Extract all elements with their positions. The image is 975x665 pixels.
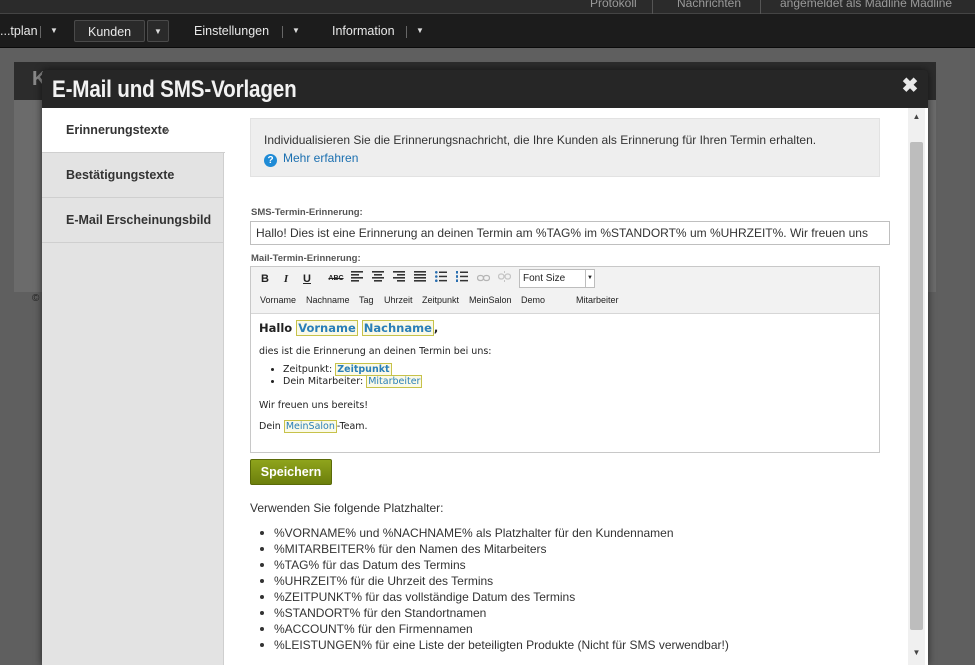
insert-placeholder-meinsalon[interactable]: MeinSalon: [469, 295, 512, 305]
main-nav: ...tplan ▼ Kunden ▼ Einstellungen ▼ Info…: [0, 14, 975, 48]
font-size-value: Font Size: [523, 273, 566, 284]
list-item: %UHRZEIT% für die Uhrzeit des Termins: [258, 573, 729, 589]
list-item: %MITARBEITER% für den Namen des Mitarbei…: [258, 541, 729, 557]
bold-button[interactable]: B: [256, 271, 274, 287]
nav-dropdown-icon[interactable]: ▼: [147, 20, 169, 42]
info-text: Individualisieren Sie die Erinnerungsnac…: [264, 133, 817, 147]
info-box: Individualisieren Sie die Erinnerungsnac…: [250, 118, 880, 177]
list-item: Dein Mitarbeiter: Mitarbeiter: [283, 375, 423, 388]
numbered-list-icon[interactable]: [453, 271, 471, 287]
mail-template-editor: B I U ABC Font Size ▼ Vorname Nachname T…: [250, 266, 880, 453]
save-button[interactable]: Speichern: [250, 459, 332, 485]
editor-toolbar: B I U ABC Font Size ▼ Vorname Nachname T…: [251, 267, 879, 314]
top-link-nachrichten[interactable]: Nachrichten: [677, 0, 741, 10]
modal-content: Individualisieren Sie die Erinnerungsnac…: [250, 108, 890, 665]
modal-title: E-Mail und SMS-Vorlagen: [52, 76, 297, 103]
list-item: %ZEITPUNKT% für das vollständige Datum d…: [258, 589, 729, 605]
nav-item-tplan[interactable]: ...tplan: [0, 14, 38, 48]
insert-placeholder-zeitpunkt[interactable]: Zeitpunkt: [422, 295, 459, 305]
insert-placeholder-demo[interactable]: Demo: [521, 295, 545, 305]
nav-separator: [40, 26, 41, 38]
scroll-down-icon[interactable]: ▼: [908, 648, 925, 657]
placeholder-help-list: %VORNAME% und %NACHNAME% als Platzhalter…: [258, 525, 729, 653]
signature-post: -Team.: [336, 421, 368, 432]
chevron-right-icon: »: [163, 123, 170, 137]
more-info-label: Mehr erfahren: [283, 151, 359, 165]
chevron-down-icon: ▼: [585, 270, 594, 287]
list-item: %TAG% für das Datum des Termins: [258, 557, 729, 573]
list-item: %STANDORT% für den Standortnamen: [258, 605, 729, 621]
sidebar-item-label: Erinnerungstexte: [66, 123, 169, 137]
link-icon[interactable]: [474, 271, 492, 287]
placeholder-mitarbeiter[interactable]: Mitarbeiter: [366, 375, 423, 388]
details-list: Zeitpunkt: Zeitpunkt Dein Mitarbeiter: M…: [283, 363, 423, 388]
insert-placeholder-mitarbeiter[interactable]: Mitarbeiter: [576, 295, 619, 305]
insert-placeholder-vorname[interactable]: Vorname: [260, 295, 296, 305]
top-separator: [760, 0, 761, 14]
sidebar-item-bestaetigungstexte[interactable]: Bestätigungstexte: [42, 153, 224, 198]
more-info-link[interactable]: ? Mehr erfahren: [264, 151, 358, 167]
close-icon[interactable]: ✖: [900, 76, 920, 96]
greeting-text: Hallo: [259, 321, 293, 335]
nav-item-kunden[interactable]: Kunden: [74, 20, 146, 42]
insert-placeholder-tag[interactable]: Tag: [359, 295, 374, 305]
placeholder-vorname[interactable]: Vorname: [296, 320, 358, 336]
list-item: %LEISTUNGEN% für eine Liste der beteilig…: [258, 637, 729, 653]
sidebar-item-email-erscheinungsbild[interactable]: E-Mail Erscheinungsbild: [42, 198, 224, 243]
intro-line: dies ist die Erinnerung an deinen Termin…: [259, 346, 492, 357]
scrollbar-thumb[interactable]: [910, 142, 923, 630]
scrollbar[interactable]: ▲ ▼: [908, 108, 925, 665]
nav-separator: [406, 26, 407, 38]
align-left-icon[interactable]: [348, 271, 366, 287]
mail-label: Mail-Termin-Erinnerung:: [251, 253, 361, 264]
email-sms-templates-modal: E-Mail und SMS-Vorlagen ✖ Erinnerungstex…: [42, 70, 928, 665]
closing-line: Wir freuen uns bereits!: [259, 400, 369, 411]
nav-dropdown-icon[interactable]: ▼: [409, 20, 431, 42]
nav-item-information[interactable]: Information: [332, 14, 395, 48]
greeting-comma: ,: [433, 321, 439, 335]
insert-placeholder-nachname[interactable]: Nachname: [306, 295, 350, 305]
top-separator: [652, 0, 653, 14]
bullet-list-icon[interactable]: [432, 271, 450, 287]
align-right-icon[interactable]: [390, 271, 408, 287]
modal-body: Erinnerungstexte » Bestätigungstexte E-M…: [42, 108, 928, 665]
signature-line: Dein MeinSalon -Team.: [259, 420, 368, 433]
align-justify-icon[interactable]: [411, 271, 429, 287]
nav-separator: [282, 26, 283, 38]
insert-placeholder-uhrzeit[interactable]: Uhrzeit: [384, 295, 413, 305]
nav-item-einstellungen[interactable]: Einstellungen: [194, 14, 269, 48]
nav-dropdown-icon[interactable]: ▼: [285, 20, 307, 42]
italic-button[interactable]: I: [277, 271, 295, 287]
strikethrough-button[interactable]: ABC: [327, 271, 345, 287]
help-icon: ?: [264, 154, 277, 167]
list-item: %ACCOUNT% für den Firmennamen: [258, 621, 729, 637]
placeholder-meinsalon[interactable]: MeinSalon: [283, 420, 337, 433]
nav-dropdown-icon[interactable]: ▼: [43, 20, 65, 42]
sms-template-input[interactable]: Hallo! Dies ist eine Erinnerung an deine…: [250, 221, 890, 245]
underline-button[interactable]: U: [298, 271, 316, 287]
scroll-up-icon[interactable]: ▲: [908, 112, 925, 121]
top-link-protokoll[interactable]: Protokoll: [590, 0, 637, 10]
modal-sidebar: Erinnerungstexte » Bestätigungstexte E-M…: [42, 108, 225, 665]
list-item-label: Dein Mitarbeiter:: [283, 376, 364, 387]
placeholder-nachname[interactable]: Nachname: [361, 320, 434, 336]
unlink-icon[interactable]: [495, 271, 513, 287]
top-strip: Protokoll Nachrichten angemeldet als Mad…: [0, 0, 975, 14]
list-item: %VORNAME% und %NACHNAME% als Platzhalter…: [258, 525, 729, 541]
sidebar-item-label: Bestätigungstexte: [66, 168, 175, 182]
sidebar-item-label: E-Mail Erscheinungsbild: [66, 213, 212, 227]
sms-label: SMS-Termin-Erinnerung:: [251, 207, 363, 218]
placeholder-help-intro: Verwenden Sie folgende Platzhalter:: [250, 501, 444, 515]
greeting-line: Hallo Vorname Nachname,: [259, 320, 439, 336]
top-user-status[interactable]: angemeldet als Madline Madline: [780, 0, 952, 10]
align-center-icon[interactable]: [369, 271, 387, 287]
font-size-select[interactable]: Font Size ▼: [519, 269, 595, 288]
signature-pre: Dein: [259, 421, 281, 432]
list-item-label: Zeitpunkt:: [283, 364, 333, 375]
background-copyright: ©: [32, 293, 40, 304]
sidebar-item-erinnerungstexte[interactable]: Erinnerungstexte »: [42, 108, 225, 153]
